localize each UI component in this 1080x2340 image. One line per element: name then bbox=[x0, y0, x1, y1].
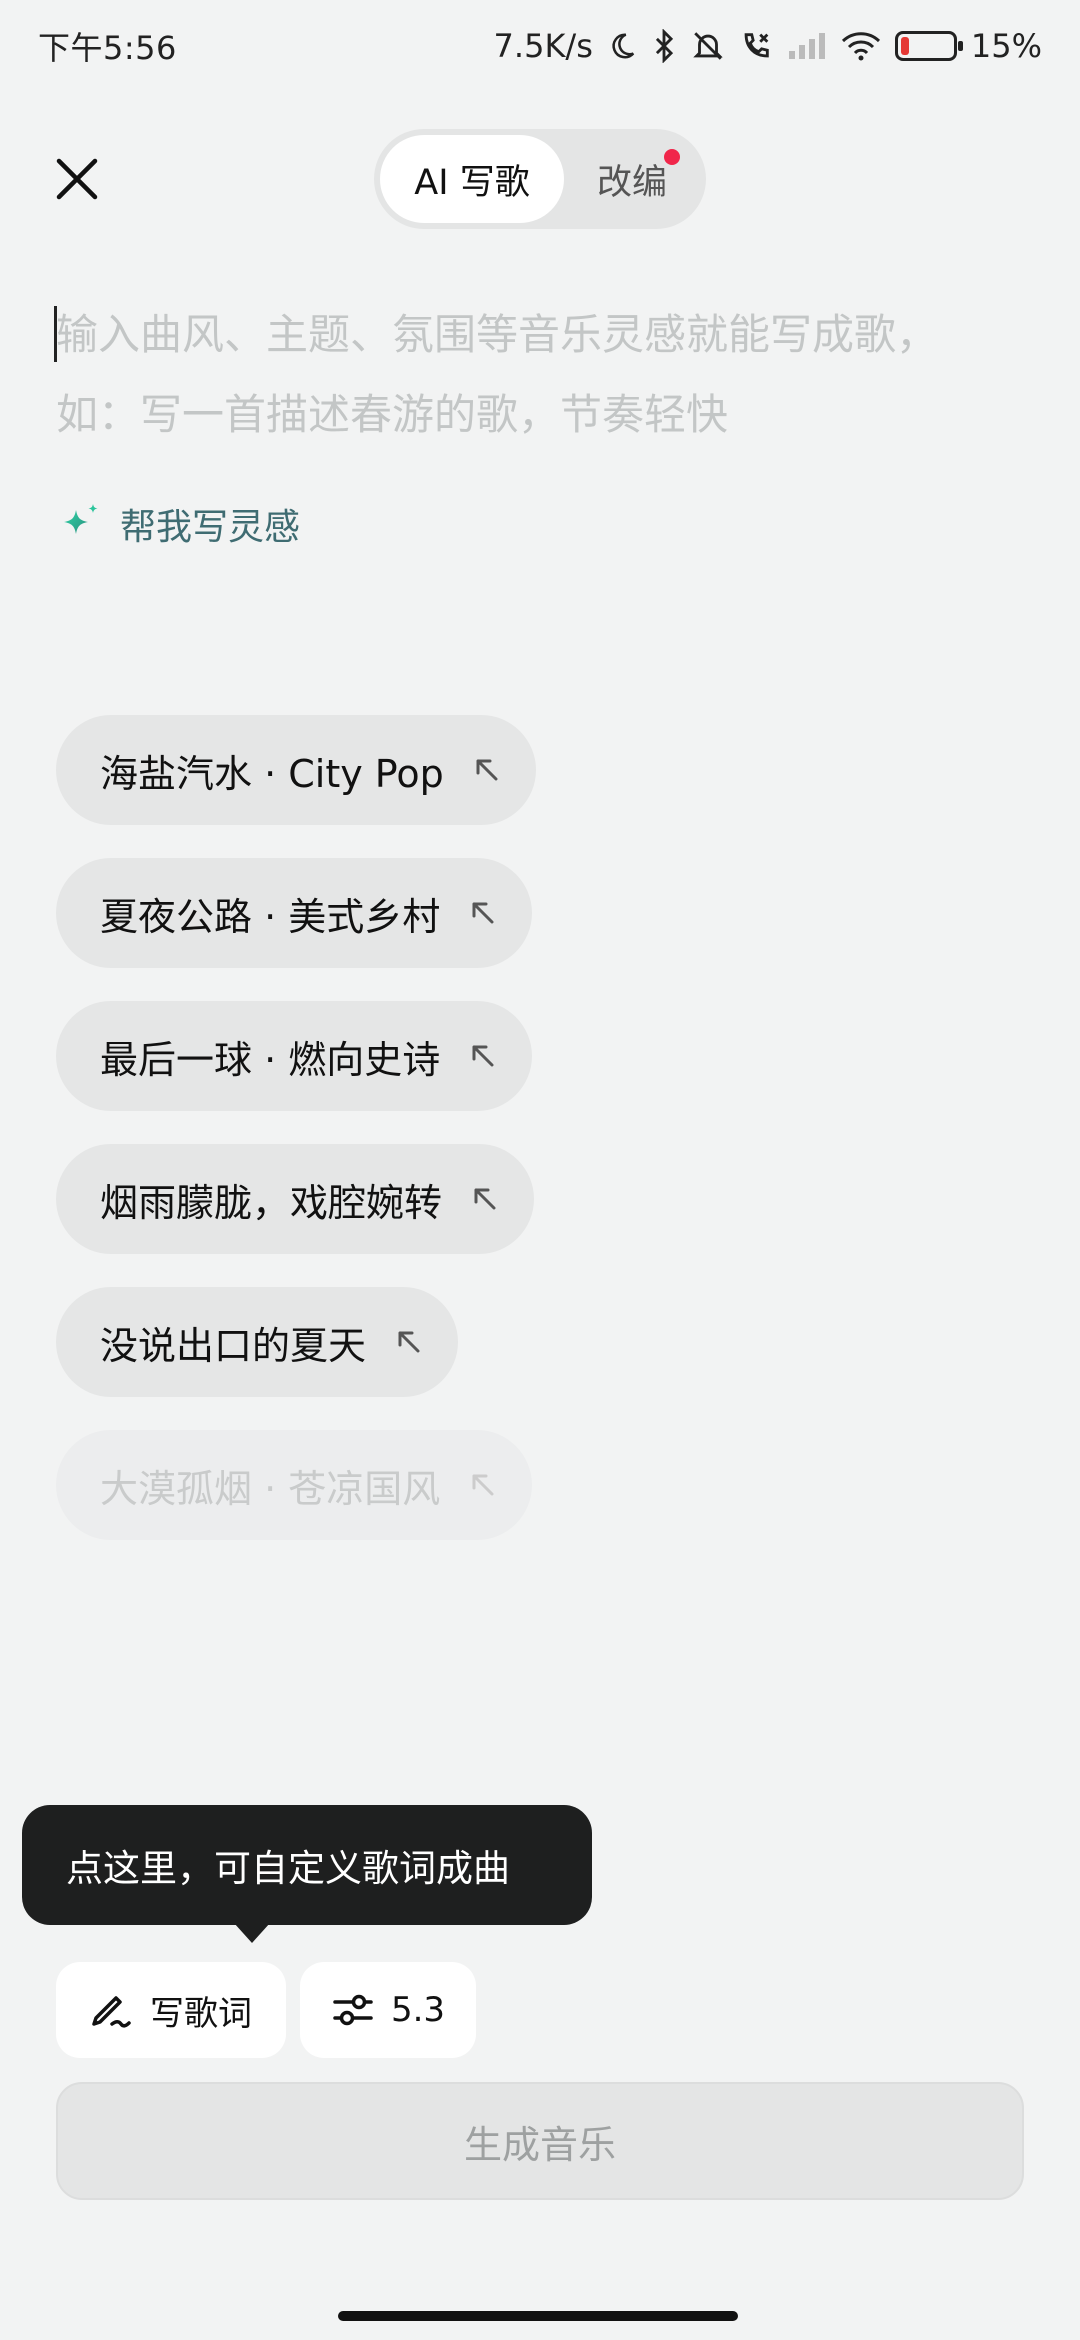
suggestion-label: 最后一球 · 燃向史诗 bbox=[100, 1037, 441, 1082]
suggestion-label: 夏夜公路 · 美式乡村 bbox=[100, 894, 441, 939]
inspire-button[interactable]: 帮我写灵感 bbox=[58, 498, 300, 550]
inspire-label: 帮我写灵感 bbox=[120, 507, 301, 548]
tooltip-text: 点这里，可自定义歌词成曲 bbox=[66, 1847, 510, 1890]
tab-adapt[interactable]: 改编 bbox=[564, 135, 700, 223]
arrow-up-left-icon bbox=[470, 1472, 496, 1498]
close-button[interactable] bbox=[50, 152, 104, 206]
suggestion-chip[interactable]: 没说出口的夏天 bbox=[56, 1287, 459, 1397]
network-speed: 7.5K/s bbox=[493, 27, 593, 65]
lyrics-tooltip: 点这里，可自定义歌词成曲 bbox=[22, 1805, 592, 1943]
prompt-placeholder-line1: 输入曲风、主题、氛围等音乐灵感就能写成歌， bbox=[56, 310, 939, 359]
write-lyrics-label: 写歌词 bbox=[150, 1993, 252, 2034]
suggestion-label: 烟雨朦胧，戏腔婉转 bbox=[100, 1180, 443, 1225]
arrow-up-left-icon bbox=[472, 1186, 498, 1212]
status-icons: 7.5K/s 15% bbox=[494, 27, 1042, 65]
suggestion-label: 海盐汽水 · City Pop bbox=[100, 751, 444, 796]
suggestion-label: 没说出口的夏天 bbox=[100, 1323, 367, 1368]
sparkle-icon bbox=[64, 504, 98, 534]
tab-ai-write-song[interactable]: AI 写歌 bbox=[380, 135, 564, 223]
suggestion-chip[interactable]: 海盐汽水 · City Pop bbox=[56, 715, 536, 825]
prompt-input[interactable]: 输入曲风、主题、氛围等音乐灵感就能写成歌， 如：写一首描述春游的歌，节奏轻快 bbox=[56, 295, 1016, 455]
signal-icon bbox=[787, 31, 827, 61]
status-time: 下午5:56 bbox=[38, 29, 177, 67]
call-blocked-icon bbox=[739, 29, 773, 63]
prompt-placeholder-line2: 如：写一首描述春游的歌，节奏轻快 bbox=[56, 390, 729, 439]
generate-label: 生成音乐 bbox=[463, 2122, 616, 2167]
generate-music-button[interactable]: 生成音乐 bbox=[56, 2082, 1024, 2200]
tab-adapt-label: 改编 bbox=[596, 162, 667, 203]
model-version-label: 5.3 bbox=[390, 1990, 446, 2030]
battery-icon bbox=[894, 31, 963, 61]
suggestion-chip[interactable]: 大漠孤烟 · 苍凉国风 bbox=[56, 1430, 533, 1540]
moon-icon bbox=[607, 31, 637, 61]
home-indicator[interactable] bbox=[338, 2311, 738, 2321]
suggestion-chip[interactable]: 烟雨朦胧，戏腔婉转 bbox=[56, 1144, 535, 1254]
pen-icon bbox=[92, 1996, 131, 2028]
write-lyrics-button[interactable]: 写歌词 bbox=[56, 1962, 286, 2058]
suggestion-chip[interactable]: 最后一球 · 燃向史诗 bbox=[56, 1001, 533, 1111]
arrow-up-left-icon bbox=[474, 757, 500, 783]
bluetooth-icon bbox=[651, 29, 677, 63]
wifi-icon bbox=[841, 31, 881, 61]
close-icon bbox=[56, 158, 98, 200]
model-settings-button[interactable]: 5.3 bbox=[300, 1962, 476, 2058]
sliders-icon bbox=[333, 1994, 373, 2026]
battery-level bbox=[900, 37, 909, 55]
new-badge bbox=[664, 149, 680, 165]
arrow-up-left-icon bbox=[470, 900, 496, 926]
suggestion-label: 大漠孤烟 · 苍凉国风 bbox=[100, 1466, 441, 1511]
status-bar: 下午5:56 7.5K/s 15% bbox=[0, 0, 1080, 92]
mode-tabs: AI 写歌 改编 bbox=[374, 129, 706, 229]
screen: 下午5:56 7.5K/s 15% AI 写歌 改编 输入曲风、主题、氛围等音乐… bbox=[0, 0, 1080, 2340]
suggestion-chip[interactable]: 夏夜公路 · 美式乡村 bbox=[56, 858, 533, 968]
bell-muted-icon bbox=[691, 29, 725, 63]
battery-percent: 15% bbox=[970, 27, 1042, 65]
arrow-up-left-icon bbox=[470, 1043, 496, 1069]
arrow-up-left-icon bbox=[396, 1329, 422, 1355]
